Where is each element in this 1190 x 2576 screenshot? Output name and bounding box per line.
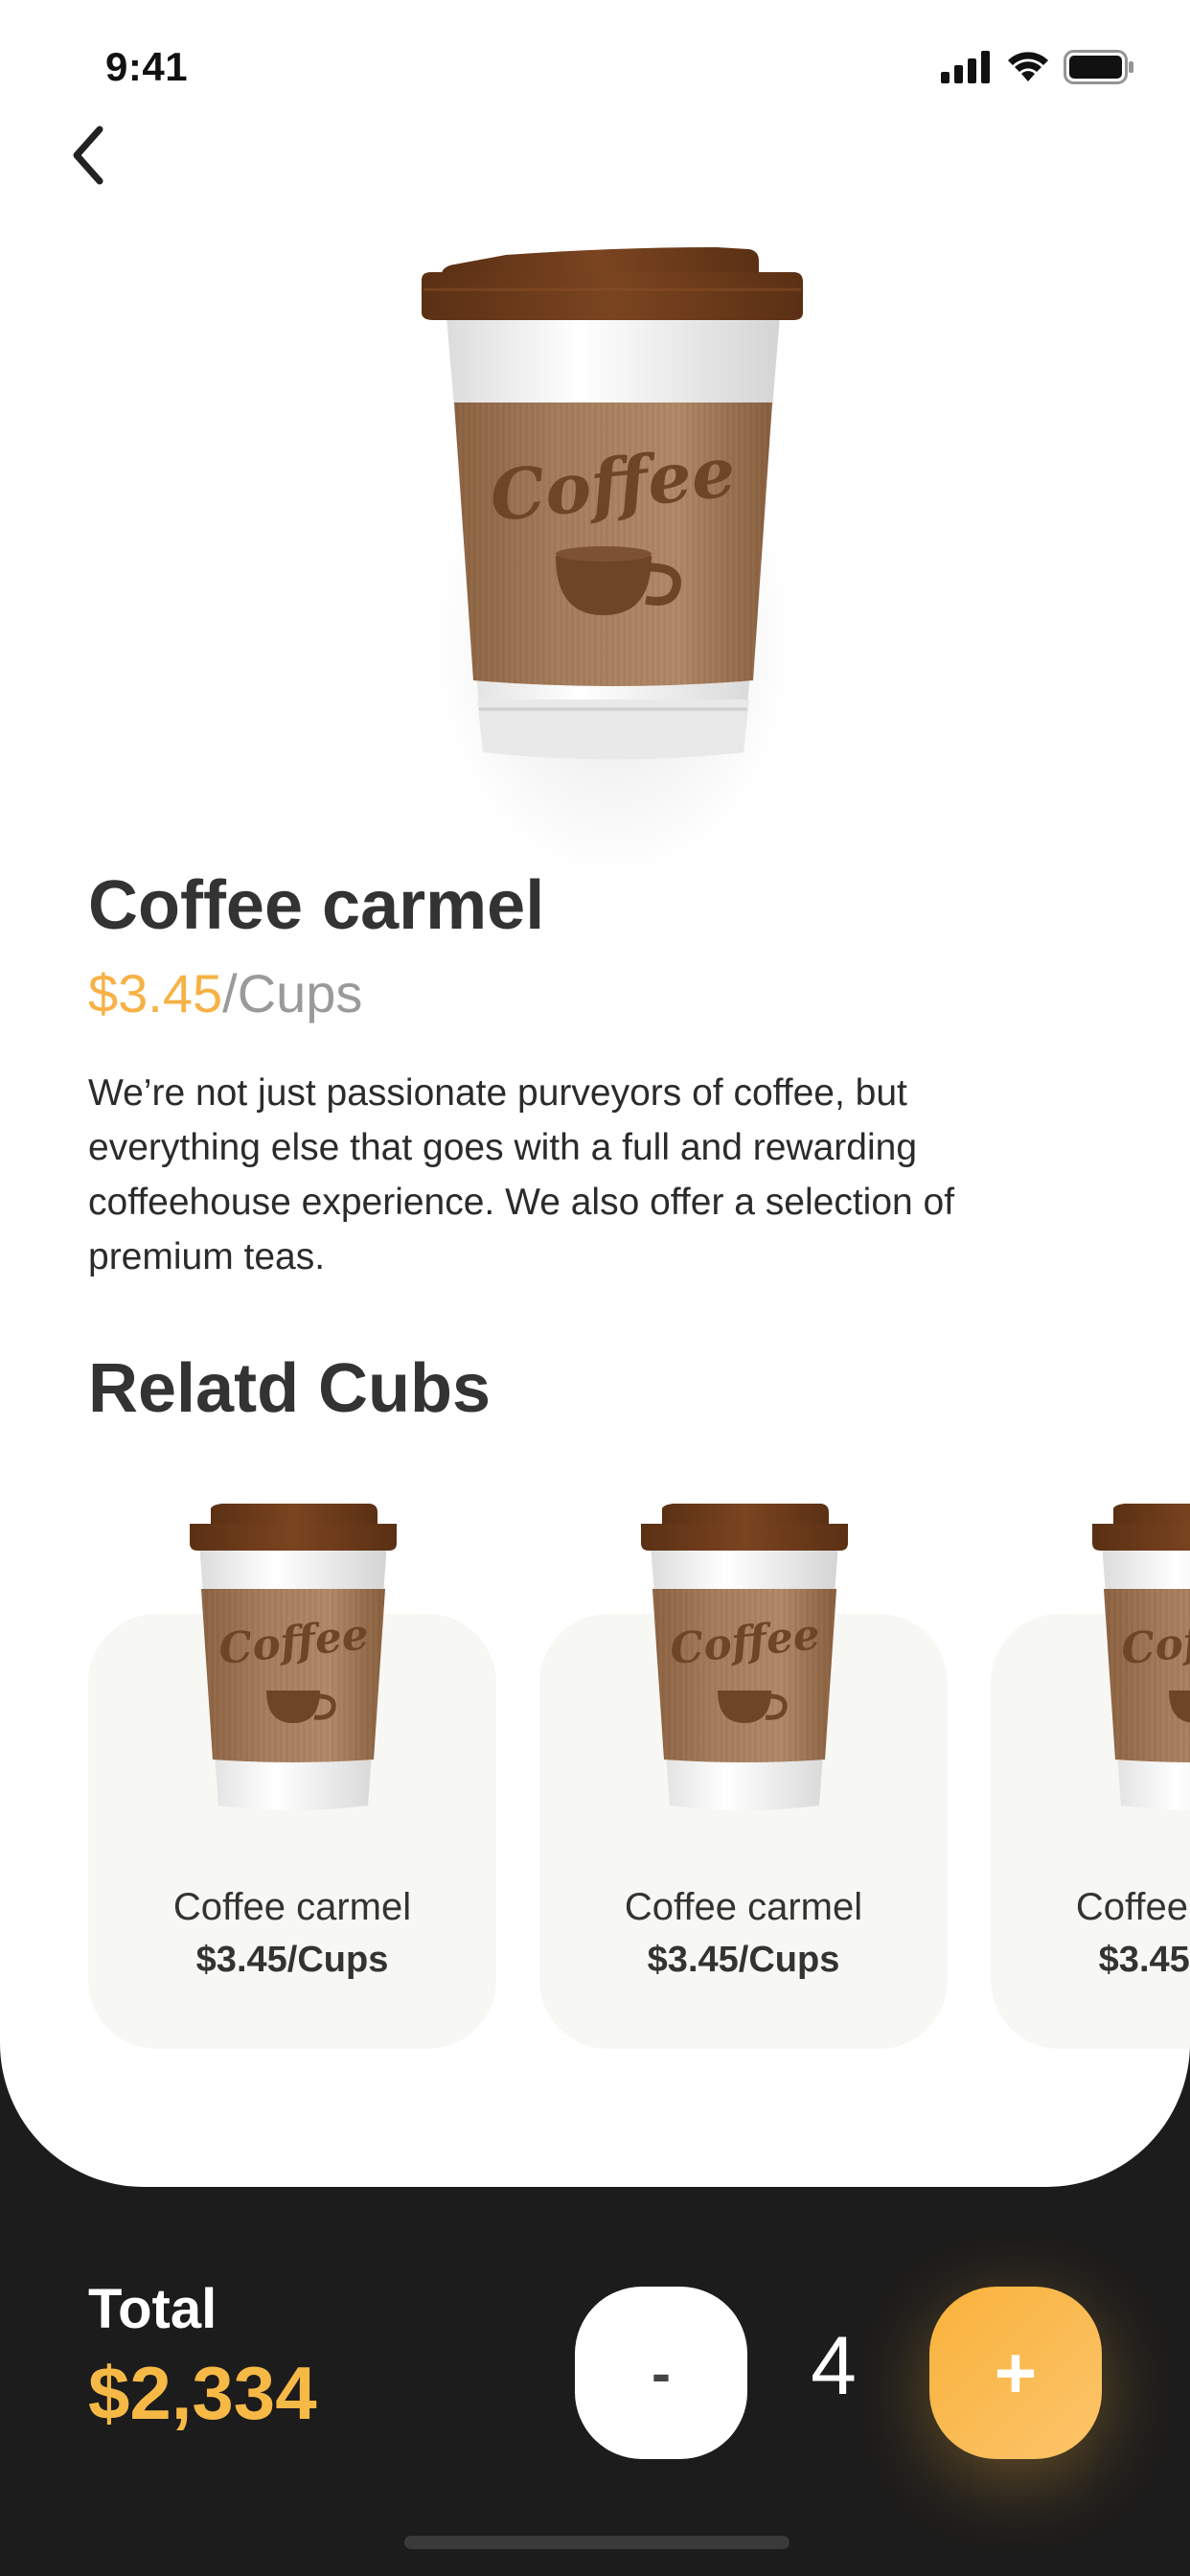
related-card-price: $3.45/Cups	[195, 1940, 389, 1980]
cellular-signal-icon	[941, 51, 990, 83]
increase-quantity-button[interactable]: +	[929, 2287, 1102, 2459]
price-unit: /Cups	[222, 963, 363, 1024]
product-image: Coffee	[364, 230, 862, 882]
price-value: $3.45	[88, 963, 223, 1024]
coffee-cup-icon: Coffee	[190, 1504, 397, 1810]
decrease-quantity-button[interactable]: -	[575, 2287, 747, 2459]
product-title: Coffee carmel	[88, 867, 545, 944]
status-time: 9:41	[105, 44, 189, 89]
coffee-cup-icon: Coffee	[1092, 1504, 1190, 1810]
quantity-value: 4	[811, 2320, 857, 2412]
wifi-icon	[1008, 52, 1048, 81]
related-section-title: Relatd Cubs	[88, 1350, 492, 1427]
product-price: $3.45/Cups	[88, 962, 362, 1024]
status-bar: 9:41	[0, 0, 1190, 134]
total-label: Total	[88, 2278, 217, 2340]
related-card-title: Coffee carmel	[1075, 1886, 1190, 1928]
product-description: We’re not just passionate purveyors of c…	[88, 1072, 955, 1277]
back-button[interactable]	[59, 117, 117, 194]
related-card-title: Coffee carmel	[172, 1886, 412, 1928]
status-icons	[941, 48, 1134, 86]
coffee-cup-icon: Coffee	[422, 247, 803, 760]
related-card-price: $3.45/Cups	[1098, 1940, 1190, 1980]
related-card-price: $3.45/Cups	[647, 1940, 840, 1980]
home-indicator	[404, 2536, 790, 2549]
total-value: $2,334	[88, 2351, 317, 2435]
chevron-left-icon	[73, 126, 103, 185]
coffee-cup-icon: Coffee	[641, 1504, 848, 1810]
related-card-title: Coffee carmel	[624, 1886, 863, 1928]
battery-icon	[1064, 50, 1133, 84]
product-sheet: 9:41 Coffee Coffee carmel $3.45/Cups We’…	[0, 0, 1190, 2187]
